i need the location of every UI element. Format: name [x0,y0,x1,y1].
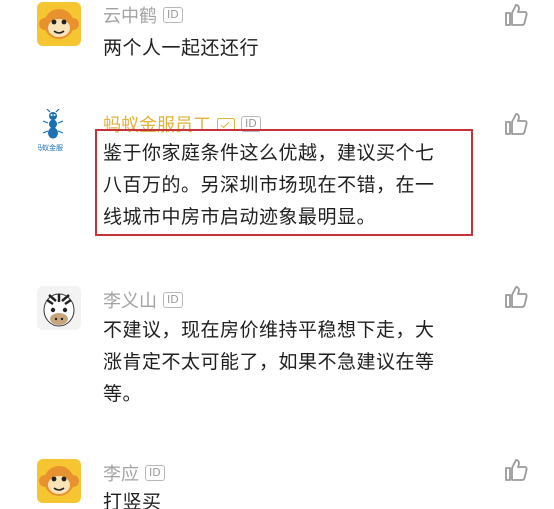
user-avatar[interactable] [37,2,81,46]
comment-line: 两个人一起还还行 [103,37,260,59]
username[interactable]: 李应 [103,460,139,486]
monkey-avatar-icon [37,459,81,503]
thumbs-up-icon[interactable] [503,284,529,310]
comment-line: 涨肯定不太可能了，如果不急建议在等 [103,351,435,373]
comment-text: 两个人一起还还行 [103,32,259,64]
thumbs-up-icon[interactable] [503,457,529,483]
comment-header: 云中鹤 ID [103,2,183,28]
highlight-box [95,129,473,236]
zebra-avatar-icon [37,286,81,330]
user-avatar[interactable] [37,459,81,503]
comment-line: 不建议，现在房价维持平稳想下走，大 [103,319,435,341]
comment-line: 等。 [103,383,143,405]
id-badge-icon: ID [163,292,183,308]
monkey-avatar-icon [37,2,81,46]
username[interactable]: 李义山 [103,287,157,313]
id-badge-icon: ID [145,465,165,481]
username[interactable]: 云中鹤 [103,2,157,28]
thumbs-up-icon[interactable] [503,2,529,28]
comment-header: 李应 ID [103,460,165,486]
comment-line: 打竖买 [103,491,162,509]
comment-text: 打竖买 [103,486,162,509]
user-avatar[interactable] [37,286,81,330]
avatar-caption: 蚂蚁金服 [38,144,63,152]
user-avatar[interactable]: 蚂蚁金服 [38,109,68,155]
id-badge-icon: ID [163,7,183,23]
thumbs-up-icon[interactable] [503,111,529,137]
comment-text: 不建议，现在房价维持平稳想下走，大 涨肯定不太可能了，如果不急建议在等 等。 [103,314,435,410]
comment-header: 李义山 ID [103,287,183,313]
